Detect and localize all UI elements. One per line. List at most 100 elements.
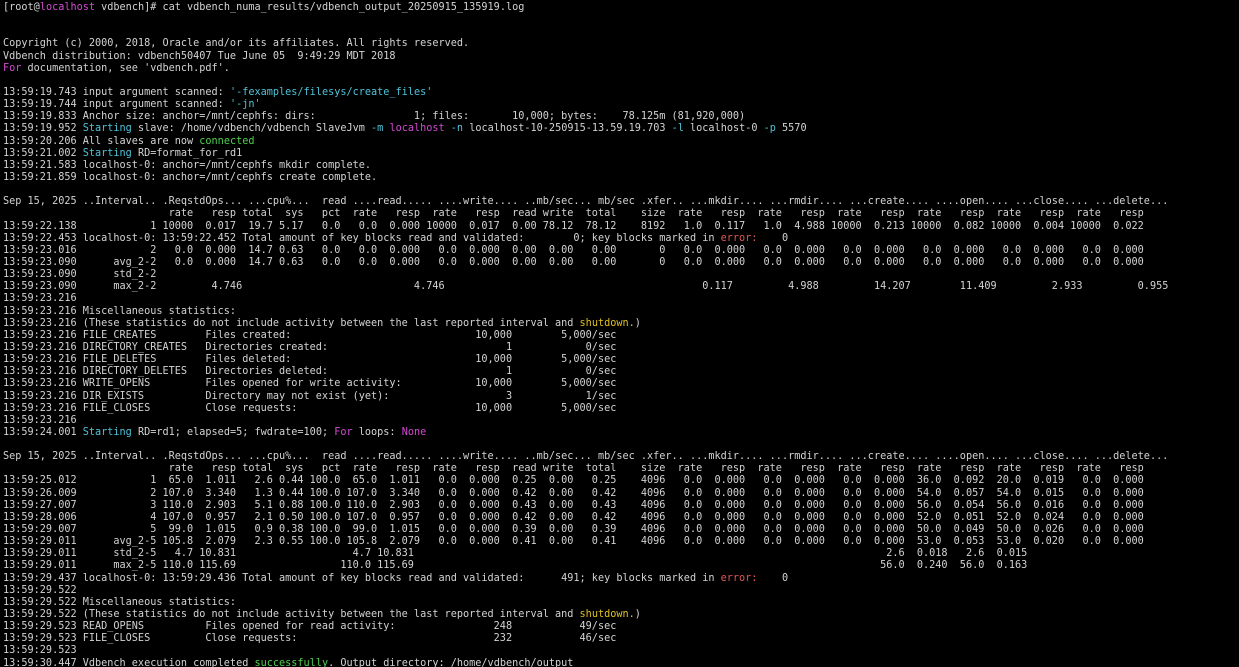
terminal-text: 13:59:19.743 input argument scanned:: [3, 86, 230, 98]
terminal-text: localhost: [39, 2, 96, 13]
terminal-line: 13:59:19.744 input argument scanned: '-j…: [3, 99, 1237, 111]
terminal-line: 13:59:29.523 FILE_CLOSES Close requests:…: [3, 633, 1237, 645]
terminal-line: Sep 15, 2025 ..Interval.. .ReqstdOps... …: [3, 451, 1237, 463]
terminal-line: 13:59:29.523: [3, 645, 1237, 657]
terminal-text: 13:59:23.090 max_2-2 4.746 4.746 0.117 4…: [3, 281, 1169, 293]
terminal-text: 0: [757, 232, 789, 244]
terminal-text: 13:59:29.011 avg_2-5 105.8 2.079 2.3 0.5…: [3, 536, 1144, 548]
terminal-line: 13:59:29.011 max_2-5 110.0 115.69 110.0 …: [3, 560, 1237, 572]
terminal-text: 13:59:29.011 max_2-5 110.0 115.69 110.0 …: [3, 560, 1028, 572]
terminal-line: 13:59:19.833 Anchor size: anchor=/mnt/ce…: [3, 111, 1237, 123]
terminal-line: 13:59:23.216: [3, 293, 1237, 305]
terminal-text: loops:: [352, 426, 402, 438]
terminal-text: 13:59:26.009 2 107.0 3.340 1.3 0.44 100.…: [3, 487, 1144, 499]
terminal-line: 13:59:29.007 5 99.0 1.015 0.9 0.38 100.0…: [3, 524, 1237, 536]
terminal-line: For documentation, see 'vdbench.pdf'.: [3, 63, 1237, 75]
terminal-text: slave: /home/vdbench/vdbench SlaveJvm: [131, 123, 372, 135]
terminal-text: 13:59:29.437 localhost-0: 13:59:29.436 T…: [3, 572, 721, 584]
terminal-line: 13:59:29.437 localhost-0: 13:59:29.436 T…: [3, 573, 1237, 585]
terminal-line: 13:59:29.011 avg_2-5 105.8 2.079 2.3 0.5…: [3, 536, 1237, 548]
terminal-text: 13:59:29.523 READ_OPENS Files opened for…: [3, 621, 617, 633]
terminal-text: 13:59:23.090 std_2-2: [3, 269, 157, 281]
terminal-line: 13:59:23.090 avg_2-2 0.0 0.000 14.7 0.63…: [3, 257, 1237, 269]
terminal-window[interactable]: [root@localhost vdbench]# cat vdbench_nu…: [3, 2, 1237, 667]
terminal-text: 13:59:29.007 5 99.0 1.015 0.9 0.38 100.0…: [3, 524, 1144, 536]
terminal-line: 13:59:23.216: [3, 415, 1237, 427]
terminal-text: Copyright (c) 2000, 2018, Oracle and/or …: [3, 38, 470, 50]
terminal-line: 13:59:22.453 localhost-0: 13:59:22.452 T…: [3, 233, 1237, 245]
terminal-text: 13:59:23.216 Miscellaneous statistics:: [3, 305, 237, 317]
terminal-text: -m: [371, 123, 384, 135]
terminal-line: 13:59:29.011 std_2-5 4.7 10.831 4.7 10.8…: [3, 548, 1237, 560]
terminal-text: documentation, see 'vdbench.pdf'.: [21, 62, 230, 74]
terminal-text: 13:59:23.216 DIRECTORY_CREATES Directori…: [3, 341, 617, 353]
terminal-text: 13:59:23.216 FILE_DELETES Files deleted:…: [3, 354, 617, 366]
terminal-line: rate resp total sys pct rate resp rate r…: [3, 208, 1237, 220]
terminal-text: Starting: [82, 426, 132, 438]
terminal-line: 13:59:26.009 2 107.0 3.340 1.3 0.44 100.…: [3, 488, 1237, 500]
terminal-text: 13:59:19.744 input argument scanned:: [3, 99, 230, 111]
terminal-line: 13:59:29.522 Miscellaneous statistics:: [3, 597, 1237, 609]
terminal-line: 13:59:23.216 DIRECTORY_DELETES Directori…: [3, 366, 1237, 378]
terminal-text: 13:59:22.138 1 10000 0.017 19.7 5.17 0.0…: [3, 220, 1144, 232]
terminal-text: 13:59:23.216 DIRECTORY_DELETES Directori…: [3, 366, 617, 378]
terminal-text: 13:59:23.216: [3, 293, 77, 305]
terminal-text: 13:59:23.216: [3, 414, 77, 426]
terminal-text: For: [3, 62, 22, 74]
terminal-text: 13:59:23.216 WRITE_OPENS Files opened fo…: [3, 378, 617, 390]
terminal-text: 13:59:29.522: [3, 584, 77, 596]
terminal-text: successfully: [254, 657, 329, 667]
terminal-text: 13:59:19.952: [3, 123, 83, 135]
terminal-line: 13:59:29.522: [3, 585, 1237, 597]
terminal-line: 13:59:23.016 2 0.0 0.000 14.7 0.63 0.0 0…: [3, 245, 1237, 257]
terminal-line: 13:59:21.002 Starting RD=format_for_rd1: [3, 148, 1237, 160]
terminal-text: -l: [671, 123, 684, 135]
terminal-text: '-fexamples/filesys/create_files': [229, 86, 433, 98]
terminal-text: vdbench]# cat vdbench_numa_results/vdben…: [95, 2, 525, 13]
terminal-text: localhost-10-250915-13.59.19.703: [463, 123, 672, 135]
terminal-line: Sep 15, 2025 ..Interval.. .ReqstdOps... …: [3, 196, 1237, 208]
terminal-line: Vdbench distribution: vdbench50407 Tue J…: [3, 51, 1237, 63]
terminal-text: shutdown.: [579, 609, 635, 621]
terminal-text: None: [401, 426, 427, 438]
terminal-text: 13:59:29.523 FILE_CLOSES Close requests:…: [3, 633, 617, 645]
terminal-text: Starting: [82, 123, 132, 135]
terminal-line: 13:59:23.216 WRITE_OPENS Files opened fo…: [3, 378, 1237, 390]
terminal-text: shutdown.: [579, 317, 635, 329]
terminal-text: 13:59:30.447 Vdbench execution completed: [3, 657, 255, 667]
terminal-line: 13:59:22.138 1 10000 0.017 19.7 5.17 0.0…: [3, 221, 1237, 233]
terminal-text: 13:59:29.522 (These statistics do not in…: [3, 609, 580, 621]
terminal-text: 13:59:23.216 FILE_CLOSES Close requests:…: [3, 402, 617, 414]
terminal-text: For: [334, 426, 353, 438]
terminal-text: 13:59:22.453 localhost-0: 13:59:22.452 T…: [3, 232, 721, 244]
terminal-text: error:: [720, 572, 758, 584]
terminal-text: Vdbench distribution: vdbench50407 Tue J…: [3, 50, 396, 62]
terminal-text: 13:59:23.216 DIR_EXISTS Directory may no…: [3, 390, 617, 402]
terminal-text: rate resp total sys pct rate resp rate r…: [3, 463, 1144, 475]
terminal-text: -p: [763, 123, 776, 135]
terminal-line: 13:59:23.216 FILE_CREATES Files created:…: [3, 330, 1237, 342]
terminal-text: 13:59:25.012 1 65.0 1.011 2.6 0.44 100.0…: [3, 475, 1144, 487]
terminal-line: 13:59:19.952 Starting slave: /home/vdben…: [3, 123, 1237, 135]
terminal-line: 13:59:28.006 4 107.0 0.957 2.1 0.50 100.…: [3, 512, 1237, 524]
terminal-text: -n: [450, 123, 464, 135]
terminal-text: Sep 15, 2025 ..Interval.. .ReqstdOps... …: [3, 196, 1169, 208]
terminal-line: 13:59:21.583 localhost-0: anchor=/mnt/ce…: [3, 160, 1237, 172]
terminal-text: 13:59:21.002: [3, 147, 83, 159]
terminal-text: 13:59:28.006 4 107.0 0.957 2.1 0.50 100.…: [3, 511, 1144, 523]
terminal-text: Sep 15, 2025 ..Interval.. .ReqstdOps... …: [3, 451, 1169, 463]
terminal-text: [root@: [3, 2, 40, 13]
terminal-line: 13:59:27.007 3 110.0 2.903 5.1 0.88 100.…: [3, 500, 1237, 512]
terminal-text: 13:59:20.206 All slaves are now: [3, 135, 200, 147]
terminal-text: RD=rd1; elapsed=5; fwdrate=100;: [131, 426, 335, 438]
terminal-line: [root@localhost vdbench]# cat vdbench_nu…: [3, 2, 1237, 14]
terminal-text: 13:59:23.016 2 0.0 0.000 14.7 0.63 0.0 0…: [3, 244, 1144, 256]
terminal-line: 13:59:29.522 (These statistics do not in…: [3, 609, 1237, 621]
terminal-text: RD=format_for_rd1: [131, 147, 243, 159]
terminal-text: localhost-0: [683, 123, 764, 135]
terminal-text: 13:59:24.001: [3, 426, 83, 438]
